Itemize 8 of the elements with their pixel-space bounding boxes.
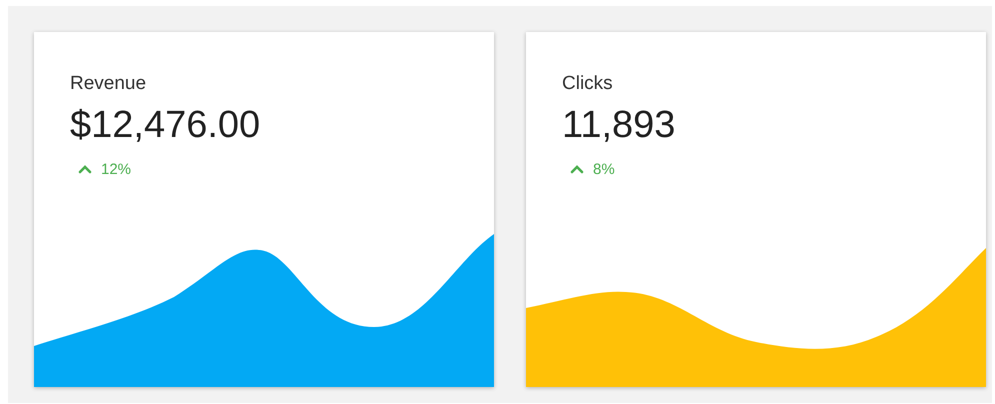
change-percent: 12% (101, 161, 132, 178)
chevron-up-icon (570, 163, 584, 176)
card-value: $12,476.00 (70, 104, 260, 147)
chevron-up-icon (78, 163, 92, 176)
change-percent: 8% (593, 161, 615, 178)
card-title: Revenue (70, 73, 146, 95)
card-value: 11,893 (562, 104, 676, 147)
card-title: Clicks (562, 73, 613, 95)
